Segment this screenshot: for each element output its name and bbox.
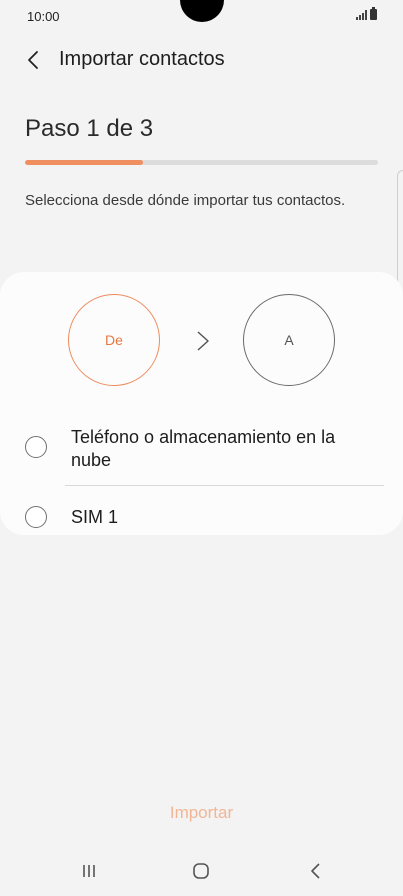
home-icon <box>193 863 209 879</box>
signal-icon <box>356 10 367 20</box>
to-label: A <box>284 332 294 348</box>
app-header: Importar contactos <box>0 42 403 78</box>
recents-button[interactable] <box>80 862 98 880</box>
chevron-left-icon <box>28 51 38 69</box>
recents-icon <box>83 865 95 877</box>
instruction-text: Selecciona desde dónde importar tus cont… <box>25 192 346 209</box>
camera-notch <box>180 0 224 22</box>
divider <box>65 485 384 486</box>
step-progress-bar <box>25 160 378 165</box>
import-button[interactable]: Importar <box>0 803 403 823</box>
status-time: 10:00 <box>27 9 60 24</box>
radio-sim1[interactable] <box>25 506 47 528</box>
status-bar: 10:00 <box>0 0 403 32</box>
battery-icon <box>370 7 377 20</box>
option-sim1[interactable]: SIM 1 <box>0 496 403 536</box>
step-title: Paso 1 de 3 <box>25 115 154 142</box>
navigation-bar <box>0 852 403 892</box>
page-title: Importar contactos <box>59 48 225 70</box>
back-button[interactable] <box>22 48 46 72</box>
radio-phone-cloud[interactable] <box>25 436 47 458</box>
from-circle: De <box>68 294 160 386</box>
from-label: De <box>105 332 123 348</box>
option-phone-cloud[interactable]: Teléfono o almacenamiento en la nube <box>0 422 403 482</box>
home-button[interactable] <box>192 862 210 880</box>
chevron-right-icon <box>197 331 209 351</box>
source-card: De A Teléfono o almacenamiento en la nub… <box>0 272 403 535</box>
option-label: SIM 1 <box>71 507 119 527</box>
status-icons <box>356 7 377 20</box>
to-circle: A <box>243 294 335 386</box>
back-nav-button[interactable] <box>308 862 324 880</box>
scroll-indicator[interactable] <box>397 170 403 298</box>
back-icon <box>311 863 320 879</box>
option-label: Teléfono o almacenamiento en la nube <box>71 427 336 470</box>
step-progress-fill <box>25 160 143 165</box>
